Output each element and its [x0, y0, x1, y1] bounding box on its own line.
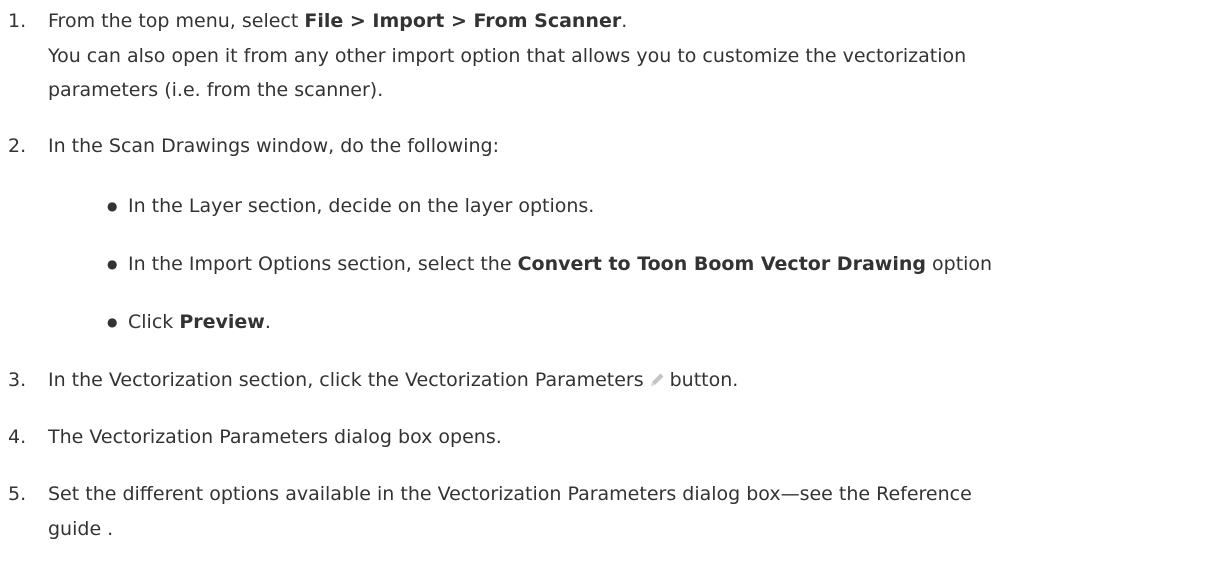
- menu-path: File > Import > From Scanner: [304, 10, 622, 32]
- step-number: 1.: [8, 10, 27, 32]
- bullet-text-pre: Click: [128, 311, 180, 333]
- button-name: Preview: [179, 311, 265, 333]
- step-text: guide .: [48, 518, 114, 540]
- step-text: In the Scan Drawings window, do the foll…: [48, 135, 500, 157]
- bullet-text: In the Layer section, decide on the laye…: [128, 195, 595, 217]
- step-text-post: .: [621, 10, 628, 32]
- bullet-text-pre: In the Import Options section, select th…: [128, 253, 518, 275]
- step-number: 5.: [8, 483, 27, 505]
- bullet-text-post: .: [264, 311, 271, 333]
- bullet-icon: ●: [107, 257, 118, 271]
- step-number: 2.: [8, 135, 27, 157]
- option-name: Convert to Toon Boom Vector Drawing: [517, 253, 926, 275]
- step-number: 3.: [8, 369, 27, 391]
- step-text: From the top menu, select File > Import …: [48, 4, 1198, 38]
- step-text: The Vectorization Parameters dialog box …: [48, 426, 502, 448]
- bullet-text: In the Import Options section, select th…: [128, 247, 1198, 281]
- pencil-icon: [650, 373, 664, 386]
- step-text-post: button.: [669, 369, 739, 391]
- note-text: parameters (i.e. from the scanner).: [48, 79, 384, 101]
- bullet-icon: ●: [107, 199, 118, 213]
- step-text-pre: From the top menu, select: [48, 10, 305, 32]
- step-text: Set the different options available in t…: [48, 483, 972, 505]
- note-text: You can also open it from any other impo…: [48, 45, 967, 67]
- instructions-document: 1. From the top menu, select File > Impo…: [0, 0, 1206, 585]
- step-text-pre: In the Vectorization section, click the …: [48, 369, 644, 391]
- step-text: In the Vectorization section, click the …: [48, 363, 1198, 397]
- bullet-icon: ●: [107, 315, 118, 329]
- step-number: 4.: [8, 426, 27, 448]
- bullet-text-post: option: [925, 253, 993, 275]
- bullet-text: Click Preview.: [128, 305, 1198, 339]
